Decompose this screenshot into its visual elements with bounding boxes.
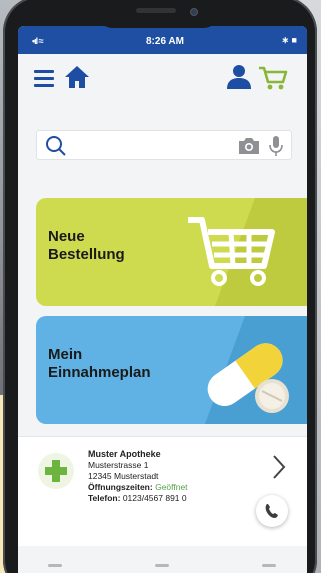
new-order-tile[interactable]: Neue Bestellung — [36, 198, 307, 306]
call-button[interactable] — [256, 495, 288, 527]
camera-icon[interactable] — [237, 137, 261, 155]
app-toolbar — [18, 54, 307, 100]
tile-label-line2: Einnahmeplan — [48, 364, 151, 381]
intake-plan-label: Mein Einnahmeplan — [48, 346, 151, 382]
speaker-grille — [136, 8, 176, 13]
intake-plan-tile[interactable]: Mein Einnahmeplan — [36, 316, 307, 424]
pharmacy-card[interactable]: Muster Apotheke Musterstrasse 1 12345 Mu… — [18, 436, 307, 546]
search-icon[interactable] — [45, 135, 67, 157]
pharmacy-city: 12345 Musterstadt — [88, 471, 159, 481]
tile-label-line1: Mein — [48, 346, 83, 363]
system-nav-bar — [18, 558, 307, 573]
cart-icon[interactable] — [258, 65, 288, 91]
tile-label-line1: Neue — [48, 228, 85, 245]
hours-label: Öffnungszeiten: — [88, 482, 153, 492]
hours-value: Geöffnet — [155, 482, 188, 492]
new-order-label: Neue Bestellung — [48, 228, 125, 264]
microphone-icon[interactable] — [269, 135, 283, 157]
search-bar[interactable] — [36, 130, 292, 160]
home-icon[interactable] — [64, 65, 90, 89]
phone-icon — [265, 504, 278, 518]
front-camera — [190, 8, 198, 16]
pharmacy-street: Musterstrasse 1 — [88, 460, 149, 470]
status-time: 8:26 AM — [146, 36, 184, 47]
nav-recent[interactable] — [262, 564, 276, 567]
tile-label-line2: Bestellung — [48, 246, 125, 263]
nav-back[interactable] — [48, 564, 62, 567]
opening-hours: Öffnungszeiten: Geöffnet — [88, 482, 188, 493]
status-bar: •ıl ≈ 8:26 AM ∗ ■ — [18, 26, 307, 54]
pharmacy-name: Muster Apotheke — [88, 449, 161, 459]
shopping-cart-icon — [188, 217, 275, 286]
pharmacy-cross-icon — [45, 460, 67, 482]
user-icon[interactable] — [226, 64, 252, 90]
signal-icon: •ıl ≈ — [32, 36, 44, 46]
phone-value: 0123/4567 891 0 — [122, 493, 187, 503]
phone-notch — [98, 0, 218, 28]
search-input[interactable] — [71, 134, 221, 156]
pills-icon — [207, 343, 289, 413]
phone-label: Telefon: — [88, 493, 121, 503]
nav-home[interactable] — [155, 564, 169, 567]
phone-frame: •ıl ≈ 8:26 AM ∗ ■ Neue Bestellung Mein E… — [3, 0, 317, 573]
pharmacy-logo — [38, 453, 74, 489]
pharmacy-info: Muster Apotheke Musterstrasse 1 12345 Mu… — [88, 449, 188, 504]
app-screen: •ıl ≈ 8:26 AM ∗ ■ Neue Bestellung Mein E… — [18, 26, 307, 573]
battery-icon: ∗ ■ — [281, 35, 297, 45]
chevron-right-icon[interactable] — [271, 453, 287, 481]
phone-line: Telefon: 0123/4567 891 0 — [88, 493, 188, 504]
hamburger-icon[interactable] — [34, 70, 54, 87]
